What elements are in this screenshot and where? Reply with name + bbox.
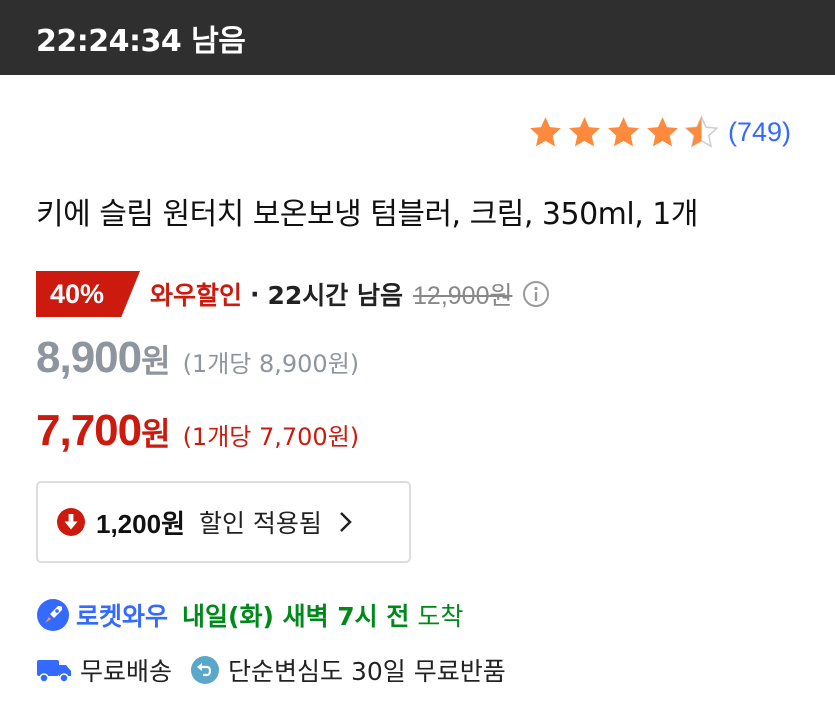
half-star-icon xyxy=(684,114,719,148)
return-icon xyxy=(191,656,220,684)
countdown-bar: 22:24:34 남음 xyxy=(0,0,835,75)
arrival-suffix: 도착 xyxy=(417,602,464,631)
coupon-discount-button[interactable]: 1,200원 할인 적용됨 xyxy=(36,481,411,563)
rating-summary[interactable]: (749) xyxy=(527,112,791,152)
wow-unit-price: (1개당 7,700원) xyxy=(182,423,360,451)
regular-price-currency: 원 xyxy=(141,342,171,380)
separator-dot: · xyxy=(250,279,260,309)
original-price: 12,900원 xyxy=(413,282,513,310)
product-title: 키에 슬림 원터치 보온보냉 텀블러, 크림, 350ml, 1개 xyxy=(36,197,698,232)
return-policy-label: 단순변심도 30일 무료반품 xyxy=(228,657,506,686)
coupon-amount: 1,200원 xyxy=(96,508,185,539)
truck-icon xyxy=(37,660,71,683)
delivery-info: 로켓와우 내일(화) 새벽 7시 전 도착 xyxy=(36,595,463,635)
shipping-info: 무료배송 단순변심도 30일 무료반품 xyxy=(36,650,506,690)
regular-unit-price: (1개당 8,900원) xyxy=(182,350,360,378)
regular-price-line: 8,900 원 (1개당 8,900원) xyxy=(36,333,359,383)
info-icon[interactable] xyxy=(522,280,550,308)
star-icon xyxy=(530,116,561,146)
star-rating xyxy=(527,114,720,151)
rocket-wow-label: 로켓와우 xyxy=(76,602,169,631)
regular-price: 8,900 xyxy=(36,333,142,382)
wow-price-currency: 원 xyxy=(141,415,171,453)
arrival-time: 내일(화) 새벽 7시 전 xyxy=(182,602,410,631)
review-count-link[interactable]: (749) xyxy=(728,117,791,148)
star-icon xyxy=(647,116,678,146)
arrow-down-circle-icon xyxy=(57,508,85,536)
chevron-right-icon xyxy=(340,512,352,532)
free-shipping-label: 무료배송 xyxy=(80,657,173,686)
discount-badge: 40% xyxy=(36,271,140,317)
star-icon xyxy=(608,116,639,146)
coupon-applied-text: 할인 적용됨 xyxy=(198,509,322,538)
countdown-timer: 22:24:34 남음 xyxy=(36,24,246,59)
discount-time-left: 22시간 남음 xyxy=(267,281,404,310)
rocket-icon xyxy=(37,599,69,631)
wow-price: 7,700 xyxy=(36,406,142,455)
discount-row: 40% 와우할인 · 22시간 남음 12,900원 xyxy=(36,271,550,317)
star-icon xyxy=(569,116,600,146)
wow-discount-label: 와우할인 xyxy=(150,281,243,310)
wow-price-line: 7,700 원 (1개당 7,700원) xyxy=(36,406,359,456)
